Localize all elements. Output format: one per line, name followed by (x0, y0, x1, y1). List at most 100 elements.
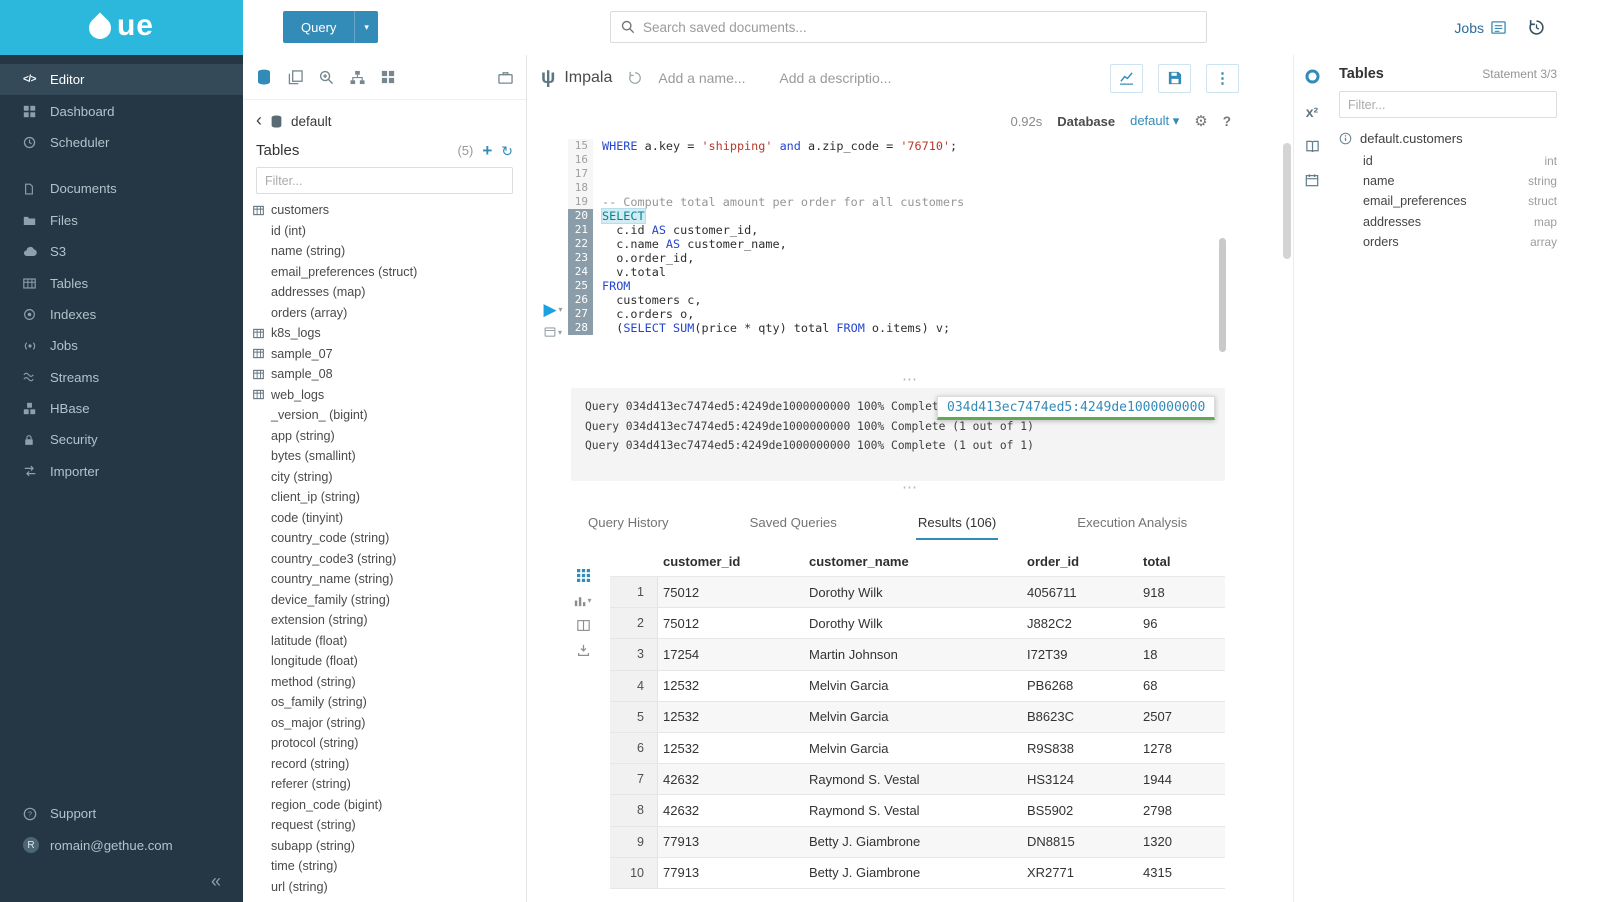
active-table-row[interactable]: default.customers (1339, 131, 1557, 146)
query-dropdown-caret[interactable]: ▾ (354, 11, 378, 43)
chart-button[interactable] (1110, 64, 1143, 93)
code-line[interactable]: 17 (568, 167, 1223, 181)
sidebar-collapse-button[interactable]: « (0, 861, 243, 894)
tab-saved-queries[interactable]: Saved Queries (748, 505, 839, 540)
breadcrumb-database[interactable]: default (291, 114, 332, 129)
briefcase-icon[interactable] (498, 70, 513, 85)
column-item[interactable]: region_code (bigint) (253, 795, 526, 816)
column-item[interactable]: _version_ (bigint) (253, 405, 526, 426)
table-row[interactable]: 1077913Betty J. GiambroneXR27714315 (610, 858, 1225, 889)
column-item[interactable]: record (string) (253, 754, 526, 775)
documents-source-icon[interactable] (288, 70, 303, 85)
table-row[interactable]: 977913Betty J. GiambroneDN88151320 (610, 827, 1225, 858)
sidebar-item-dashboard[interactable]: Dashboard (0, 95, 243, 126)
sidebar-item-security[interactable]: Security (0, 424, 243, 455)
table-row[interactable]: 742632Raymond S. VestalHS31241944 (610, 764, 1225, 795)
execute-caret-icon[interactable]: ▾ (559, 306, 563, 314)
column-item[interactable]: app (string) (253, 426, 526, 447)
database-selector[interactable]: default ▾ (1130, 113, 1179, 129)
table-row[interactable]: 842632Raymond S. VestalBS59022798 (610, 795, 1225, 826)
code-line[interactable]: 25FROM (568, 279, 1223, 293)
snippet-type-menu[interactable]: ▾ (544, 326, 562, 338)
table-item[interactable]: k8s_logs (253, 323, 526, 344)
column-item[interactable]: subapp (string) (253, 836, 526, 857)
table-item[interactable]: sample_08 (253, 364, 526, 385)
column-item[interactable]: bytes (smallint) (253, 446, 526, 467)
right-filter-input[interactable] (1339, 91, 1557, 118)
code-line[interactable]: 28 (SELECT SUM(price * qty) total FROM o… (568, 321, 1223, 335)
sidebar-item-s3[interactable]: S3 (0, 236, 243, 267)
column-item[interactable]: extension (string) (253, 610, 526, 631)
column-item[interactable]: referer (string) (253, 774, 526, 795)
table-row[interactable]: 275012Dorothy WilkJ882C296 (610, 608, 1225, 639)
code-line[interactable]: 24 v.total (568, 265, 1223, 279)
table-row[interactable]: 412532Melvin GarciaPB626868 (610, 671, 1225, 702)
code-line[interactable]: 27 c.orders o, (568, 307, 1223, 321)
code-line[interactable]: 21 c.id AS customer_id, (568, 223, 1223, 237)
hue-logo[interactable]: ue (0, 0, 243, 55)
query-button-label[interactable]: Query (283, 11, 354, 43)
column-item[interactable]: user_agent (string) (253, 897, 526, 900)
query-description-input[interactable] (779, 70, 929, 86)
info-icon[interactable] (1339, 132, 1352, 145)
query-history-icon[interactable] (1528, 19, 1545, 36)
table-row[interactable]: 512532Melvin GarciaB8623C2507 (610, 702, 1225, 733)
grid-view-icon[interactable] (577, 569, 590, 582)
column-item[interactable]: ordersarray (1339, 232, 1557, 252)
column-header[interactable]: order_id (1022, 554, 1138, 569)
add-table-icon[interactable]: + (482, 142, 492, 159)
apps-grid-icon[interactable] (381, 70, 395, 84)
chart-view-icon[interactable]: ▾ (574, 594, 591, 607)
sidebar-item-tables[interactable]: Tables (0, 267, 243, 298)
save-button[interactable] (1158, 64, 1191, 93)
sidebar-item-files[interactable]: Files (0, 205, 243, 236)
sidebar-item-indexes[interactable]: Indexes (0, 299, 243, 330)
columns-view-icon[interactable] (577, 619, 590, 632)
settings-gear-icon[interactable]: ⚙ (1194, 112, 1207, 130)
refresh-icon[interactable]: ↻ (501, 144, 513, 158)
language-reference-tab-icon[interactable] (1305, 139, 1320, 154)
column-item[interactable]: addressesmap (1339, 212, 1557, 232)
column-item[interactable]: country_code3 (string) (253, 549, 526, 570)
resize-handle[interactable]: ⋯ (902, 375, 918, 385)
tab-query-history[interactable]: Query History (586, 505, 671, 540)
column-item[interactable]: addresses (map) (253, 282, 526, 303)
editor-scrollbar[interactable] (1219, 238, 1226, 352)
column-item[interactable]: client_ip (string) (253, 487, 526, 508)
download-icon[interactable] (577, 644, 590, 657)
column-item[interactable]: namestring (1339, 171, 1557, 191)
tab-results-106[interactable]: Results (106) (916, 505, 998, 540)
column-item[interactable]: code (tinyint) (253, 508, 526, 529)
assistant-tab-icon[interactable] (1304, 68, 1321, 85)
zoom-search-icon[interactable] (319, 70, 334, 85)
help-icon[interactable]: ? (1223, 114, 1231, 129)
column-item[interactable]: country_name (string) (253, 569, 526, 590)
sidebar-item-documents[interactable]: Documents (0, 173, 243, 204)
column-item[interactable]: email_preferences (struct) (253, 262, 526, 283)
column-header[interactable]: total (1138, 554, 1225, 569)
back-chevron-icon[interactable]: ‹ (256, 111, 262, 132)
code-line[interactable]: 19-- Compute total amount per order for … (568, 195, 1223, 209)
sidebar-item-importer[interactable]: Importer (0, 456, 243, 487)
snippet-history-icon[interactable] (628, 71, 642, 85)
column-item[interactable]: country_code (string) (253, 528, 526, 549)
functions-tab-icon[interactable]: x² (1306, 104, 1318, 120)
column-item[interactable]: orders (array) (253, 303, 526, 324)
databases-source-icon[interactable] (256, 69, 272, 85)
column-item[interactable]: idint (1339, 151, 1557, 171)
column-item[interactable]: device_family (string) (253, 590, 526, 611)
more-actions-button[interactable]: ⋮ (1206, 64, 1239, 93)
table-filter-input[interactable] (256, 167, 513, 194)
column-item[interactable]: request (string) (253, 815, 526, 836)
table-item[interactable]: sample_07 (253, 344, 526, 365)
sidebar-item-jobs[interactable]: Jobs (0, 330, 243, 361)
sidebar-item-user[interactable]: R romain@gethue.com (0, 830, 243, 861)
column-item[interactable]: longitude (float) (253, 651, 526, 672)
column-item[interactable]: time (string) (253, 856, 526, 877)
column-item[interactable]: email_preferencesstruct (1339, 191, 1557, 211)
table-row[interactable]: 175012Dorothy Wilk4056711918 (610, 577, 1225, 608)
code-line[interactable]: 18 (568, 181, 1223, 195)
code-line[interactable]: 22 c.name AS customer_name, (568, 237, 1223, 251)
column-header[interactable]: customer_name (804, 554, 1022, 569)
column-item[interactable]: url (string) (253, 877, 526, 898)
